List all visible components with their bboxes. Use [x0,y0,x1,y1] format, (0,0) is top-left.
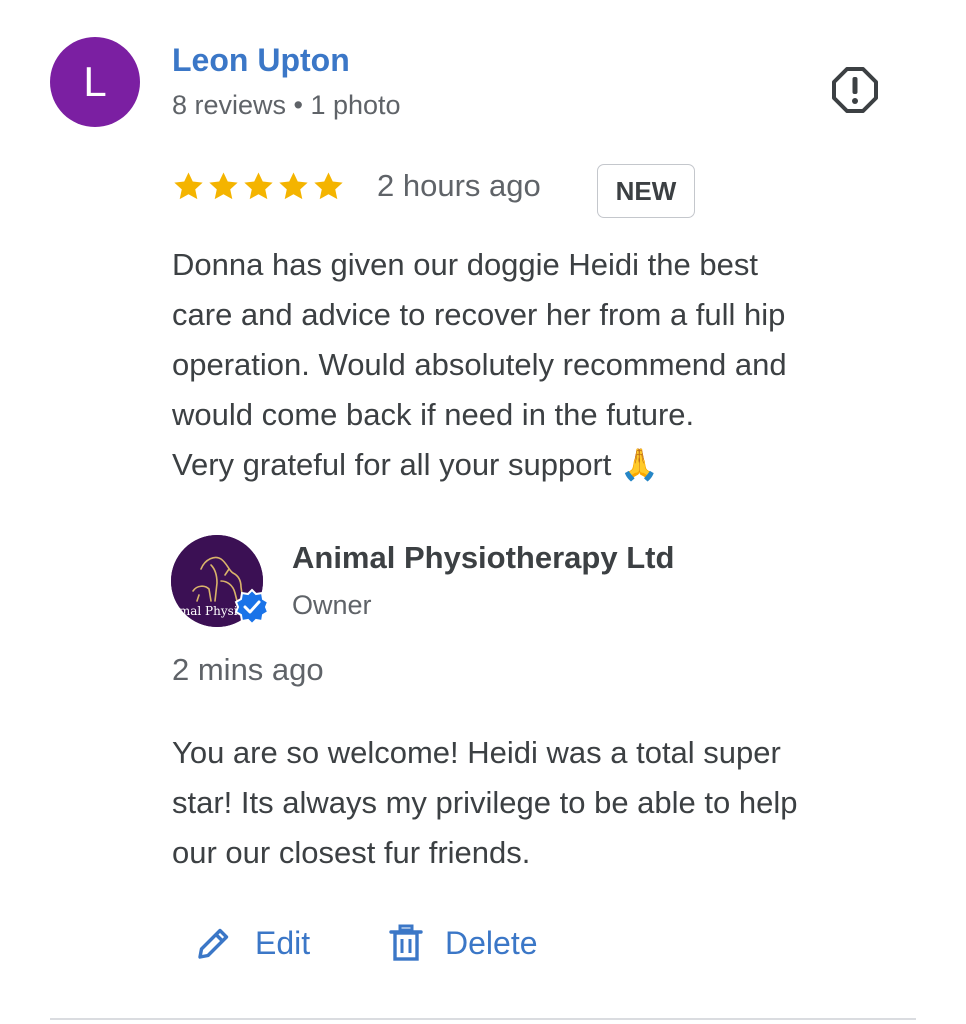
verified-badge [233,588,271,626]
new-badge: NEW [597,164,695,218]
verified-badge-icon [234,588,270,626]
reviewer-name[interactable]: Leon Upton [172,42,350,79]
owner-name: Animal Physiotherapy Ltd [292,540,675,575]
divider [50,1018,916,1020]
review-text-line: Very grateful for all your support 🙏 [172,447,659,482]
reply-text-line: You are so welcome! Heidi was a total su… [172,735,781,770]
reviewer-meta: 8 reviews • 1 photo [172,90,401,120]
reply-text: You are so welcome! Heidi was a total su… [172,728,932,878]
edit-button[interactable]: Edit [195,918,310,968]
review-text-line: care and advice to recover her from a fu… [172,297,786,332]
report-icon [832,67,878,113]
star-icon [314,172,343,200]
review-text-line: would come back if need in the future. [172,397,695,432]
delete-label: Delete [445,924,538,961]
star-icon [279,172,308,200]
reply-text-line: star! Its always my privilege to be able… [172,785,798,820]
edit-label: Edit [255,924,311,961]
star-icon [244,172,273,200]
review-text: Donna has given our doggie Heidi the bes… [172,240,912,490]
star-rating [172,170,345,203]
pencil-icon [198,928,229,959]
review-text-line: operation. Would absolutely recommend an… [172,347,787,382]
avatar-initial: L [83,58,107,105]
owner-role: Owner [292,590,372,620]
delete-button[interactable]: Delete [389,918,538,968]
trash-icon [389,924,423,961]
report-button[interactable] [830,65,880,115]
review-text-line: Donna has given our doggie Heidi the bes… [172,247,758,282]
reviewer-avatar[interactable]: L [50,37,140,127]
star-icon [174,172,203,200]
reply-time: 2 mins ago [172,652,324,687]
review-time: 2 hours ago [377,168,541,203]
reply-text-line: our our closest fur friends. [172,835,531,870]
review-card: L Leon Upton 8 reviews • 1 photo 2 hours… [0,0,966,1024]
star-icon [209,172,238,200]
